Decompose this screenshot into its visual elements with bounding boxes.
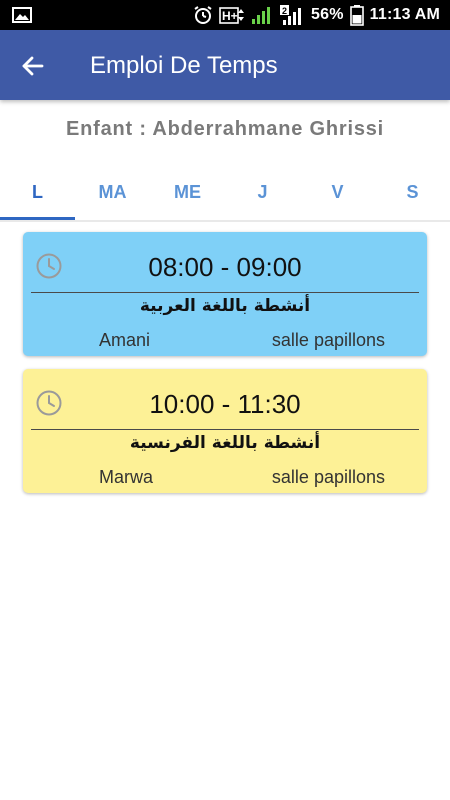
session-room: salle papillons (271, 330, 385, 350)
hplus-signal-icon: H+ (219, 5, 245, 25)
tab-samedi[interactable]: S (375, 166, 450, 218)
alarm-icon (193, 5, 213, 25)
session-card[interactable]: 10:00 - 11:30 أنشطة باللغة الفرنسية Marw… (23, 369, 427, 493)
tab-jeudi[interactable]: J (225, 166, 300, 218)
session-time: 10:00 - 11:30 (149, 389, 301, 419)
tab-mardi[interactable]: MA (75, 166, 150, 218)
clock-time: 11:13 AM (369, 6, 440, 23)
session-room: salle papillons (271, 467, 385, 487)
card-divider (31, 292, 419, 293)
child-name-label: Enfant : Abderrahmane Ghrissi (65, 118, 385, 140)
image-icon (12, 7, 32, 23)
sim2-signal-icon: 2 (279, 4, 305, 26)
svg-text:2: 2 (282, 6, 287, 16)
session-activity: أنشطة باللغة الفرنسية (129, 433, 321, 453)
status-bar: H+ 2 56% 11:13 AM (0, 0, 450, 30)
status-icons: H+ 2 56% 11:13 AM (193, 0, 440, 30)
tab-vendredi[interactable]: V (300, 166, 375, 218)
page-title: Emploi De Temps (90, 52, 278, 79)
signal-bars-icon (251, 5, 273, 25)
session-teacher: Amani (99, 330, 151, 350)
card-divider (31, 429, 419, 430)
battery-icon (349, 4, 364, 26)
arrow-left-icon (22, 56, 44, 76)
svg-text:H+: H+ (222, 9, 238, 23)
tab-lundi[interactable]: L (0, 166, 75, 220)
session-card[interactable]: 08:00 - 09:00 أنشطة باللغة العربية Amani… (23, 232, 427, 356)
back-button[interactable] (18, 51, 48, 81)
session-time: 08:00 - 09:00 (148, 252, 302, 282)
session-teacher: Marwa (99, 467, 154, 487)
day-tabs: L MA ME J V S (0, 166, 450, 222)
tab-mercredi[interactable]: ME (150, 166, 225, 218)
battery-percent: 56% (311, 6, 344, 23)
session-activity: أنشطة باللغة العربية (139, 296, 311, 316)
app-bar: Emploi De Temps (0, 30, 450, 100)
